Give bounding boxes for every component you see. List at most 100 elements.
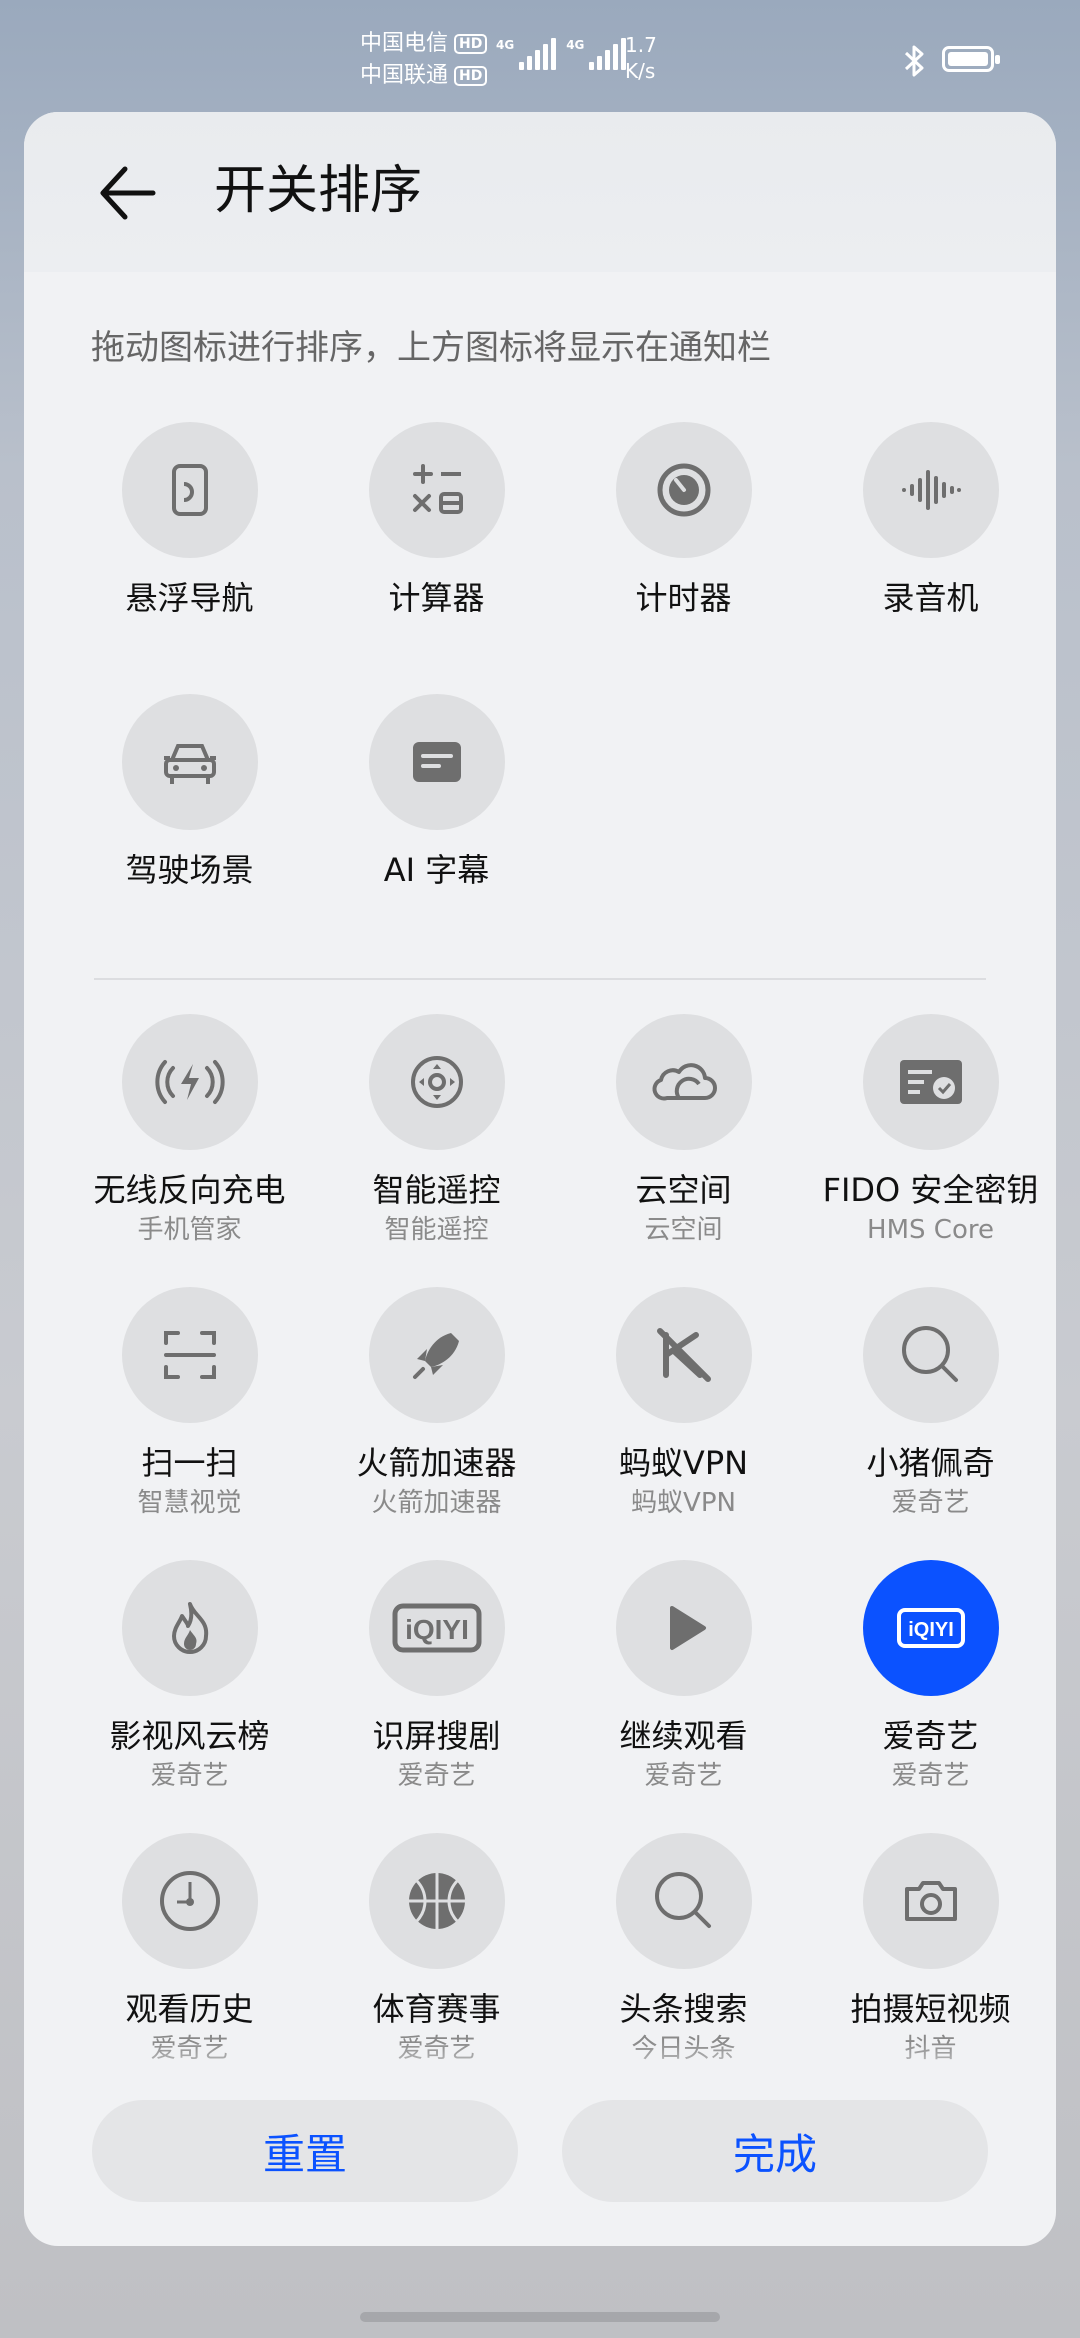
signal-icon: 4G xyxy=(496,38,557,70)
subtitle-icon xyxy=(368,694,505,830)
switch-app-name: 火箭加速器 xyxy=(371,1488,502,1518)
switch-label: 无线反向充电 xyxy=(93,1171,286,1209)
switch-tile[interactable]: 扫一扫 智慧视觉 xyxy=(66,1287,313,1519)
signal-icon: 4G xyxy=(566,38,627,70)
calculator-icon xyxy=(368,422,505,558)
iqiyi-app-icon: iQIYI xyxy=(862,1560,999,1696)
switch-app-name: 爱奇艺 xyxy=(891,1761,970,1791)
switch-tile[interactable]: 计时器 xyxy=(560,422,807,618)
switch-label: FIDO 安全密钥 xyxy=(822,1171,1039,1209)
car-icon xyxy=(121,694,258,830)
switch-tile[interactable]: 体育赛事爱奇艺 xyxy=(313,1833,560,2065)
reset-button[interactable]: 重置 xyxy=(92,2100,518,2202)
switch-sort-panel: 开关排序 拖动图标进行排序，上方图标将显示在通知栏 悬浮导航 计算器 计时器 录音机驾… xyxy=(24,112,1056,2246)
switch-label: 爱奇艺 xyxy=(882,1717,979,1755)
switch-label: 头条搜索 xyxy=(619,1990,748,2028)
switch-app-name: 蚂蚁VPN xyxy=(631,1488,736,1518)
switch-label: AI 字幕 xyxy=(383,851,490,889)
switch-tile[interactable]: 观看历史爱奇艺 xyxy=(66,1833,313,2065)
instruction-text: 拖动图标进行排序，上方图标将显示在通知栏 xyxy=(91,328,771,368)
switch-tile[interactable]: FIDO 安全密钥 HMS Core xyxy=(807,1014,1054,1246)
remote-control-icon xyxy=(368,1014,505,1150)
switch-tile[interactable]: 云空间 云空间 xyxy=(560,1014,807,1246)
switch-label: 小猪佩奇 xyxy=(866,1444,995,1482)
back-arrow-icon xyxy=(100,166,156,220)
panel-header xyxy=(24,112,1056,272)
switch-tile[interactable]: 火箭加速器 火箭加速器 xyxy=(313,1287,560,1519)
switch-label: 云空间 xyxy=(635,1171,732,1209)
switch-tile[interactable]: 蚂蚁VPN 蚂蚁VPN xyxy=(560,1287,807,1519)
switch-app-name: 爱奇艺 xyxy=(644,1761,723,1791)
switch-app-name: 爱奇艺 xyxy=(891,1488,970,1518)
switch-label: 火箭加速器 xyxy=(356,1444,517,1482)
switch-tile[interactable]: 影视风云榜 爱奇艺 xyxy=(66,1560,313,1792)
switch-label: 悬浮导航 xyxy=(125,579,254,617)
switch-tile[interactable]: 无线反向充电手机管家 xyxy=(66,1014,313,1246)
history-icon xyxy=(121,1833,258,1969)
switch-app-name: 爱奇艺 xyxy=(397,1761,476,1791)
switch-label: 拍摄短视频 xyxy=(850,1990,1011,2028)
switch-label: 体育赛事 xyxy=(372,1990,501,2028)
switch-tile[interactable]: 悬浮导航 xyxy=(66,422,313,618)
floating-nav-icon xyxy=(121,422,258,558)
switch-label: 计时器 xyxy=(635,579,732,617)
switch-app-name: 智能遥控 xyxy=(384,1215,489,1245)
switch-label: 识屏搜剧 xyxy=(372,1717,501,1755)
switch-tile[interactable]: 继续观看 爱奇艺 xyxy=(560,1560,807,1792)
timer-icon xyxy=(615,422,752,558)
switch-tile[interactable]: 计算器 xyxy=(313,422,560,618)
battery-icon xyxy=(942,46,1000,72)
hd-badge: HD xyxy=(454,66,488,86)
status-bar: 中国电信 HD 中国联通 HD 4G 4G 1.7 K/s xyxy=(0,0,1080,110)
switch-tile[interactable]: AI 字幕 xyxy=(313,694,560,890)
switch-app-name: 云空间 xyxy=(644,1215,723,1245)
security-key-icon xyxy=(862,1014,999,1150)
switch-label: 观看历史 xyxy=(125,1990,254,2028)
scan-icon xyxy=(121,1287,258,1423)
search-icon xyxy=(615,1833,752,1969)
bluetooth-icon xyxy=(902,44,928,82)
switch-label: 智能遥控 xyxy=(372,1171,501,1209)
page-title: 开关排序 xyxy=(214,161,423,221)
rocket-icon xyxy=(368,1287,505,1423)
done-button[interactable]: 完成 xyxy=(562,2100,988,2202)
play-icon xyxy=(615,1560,752,1696)
svg-text:iQIYI: iQIYI xyxy=(908,1619,954,1641)
svg-text:iQIYI: iQIYI xyxy=(405,1614,469,1645)
switch-tile[interactable]: 驾驶场景 xyxy=(66,694,313,890)
basketball-icon xyxy=(368,1833,505,1969)
switch-tile[interactable]: iQIYI 爱奇艺 爱奇艺 xyxy=(807,1560,1054,1792)
iqiyi-logo-icon: iQIYI xyxy=(368,1560,505,1696)
switch-label: 蚂蚁VPN xyxy=(618,1444,749,1482)
switch-app-name: HMS Core xyxy=(867,1215,994,1245)
switch-label: 驾驶场景 xyxy=(125,851,254,889)
switch-tile[interactable]: 录音机 xyxy=(807,422,1054,618)
switch-app-name: 手机管家 xyxy=(137,1215,242,1245)
carrier-1: 中国电信 xyxy=(360,31,449,56)
switch-label: 影视风云榜 xyxy=(109,1717,270,1755)
home-indicator[interactable] xyxy=(360,2312,720,2322)
camera-icon xyxy=(862,1833,999,1969)
switch-label: 录音机 xyxy=(882,579,979,617)
carrier-2: 中国联通 xyxy=(360,63,449,88)
switch-tile[interactable]: iQIYI 识屏搜剧爱奇艺 xyxy=(313,1560,560,1792)
switch-tile[interactable]: 小猪佩奇 爱奇艺 xyxy=(807,1287,1054,1519)
hd-badge: HD xyxy=(454,34,488,54)
search-icon xyxy=(862,1287,999,1423)
switch-label: 计算器 xyxy=(388,579,485,617)
switch-label: 扫一扫 xyxy=(141,1444,238,1482)
cloud-icon xyxy=(615,1014,752,1150)
switch-label: 继续观看 xyxy=(619,1717,748,1755)
switch-tile[interactable]: 头条搜索今日头条 xyxy=(560,1833,807,2065)
recorder-icon xyxy=(862,422,999,558)
wireless-charge-icon xyxy=(121,1014,258,1150)
switch-tile[interactable]: 智能遥控 智能遥控 xyxy=(313,1014,560,1246)
section-divider xyxy=(94,978,986,980)
signal-indicators: 4G 4G xyxy=(496,38,627,70)
back-button[interactable] xyxy=(94,160,160,226)
flame-icon xyxy=(121,1560,258,1696)
carrier-info: 中国电信 HD 中国联通 HD xyxy=(360,28,488,92)
switch-tile[interactable]: 拍摄短视频抖音 xyxy=(807,1833,1054,2065)
switch-app-name: 爱奇艺 xyxy=(150,1761,229,1791)
switch-app-name: 智慧视觉 xyxy=(137,1488,242,1518)
